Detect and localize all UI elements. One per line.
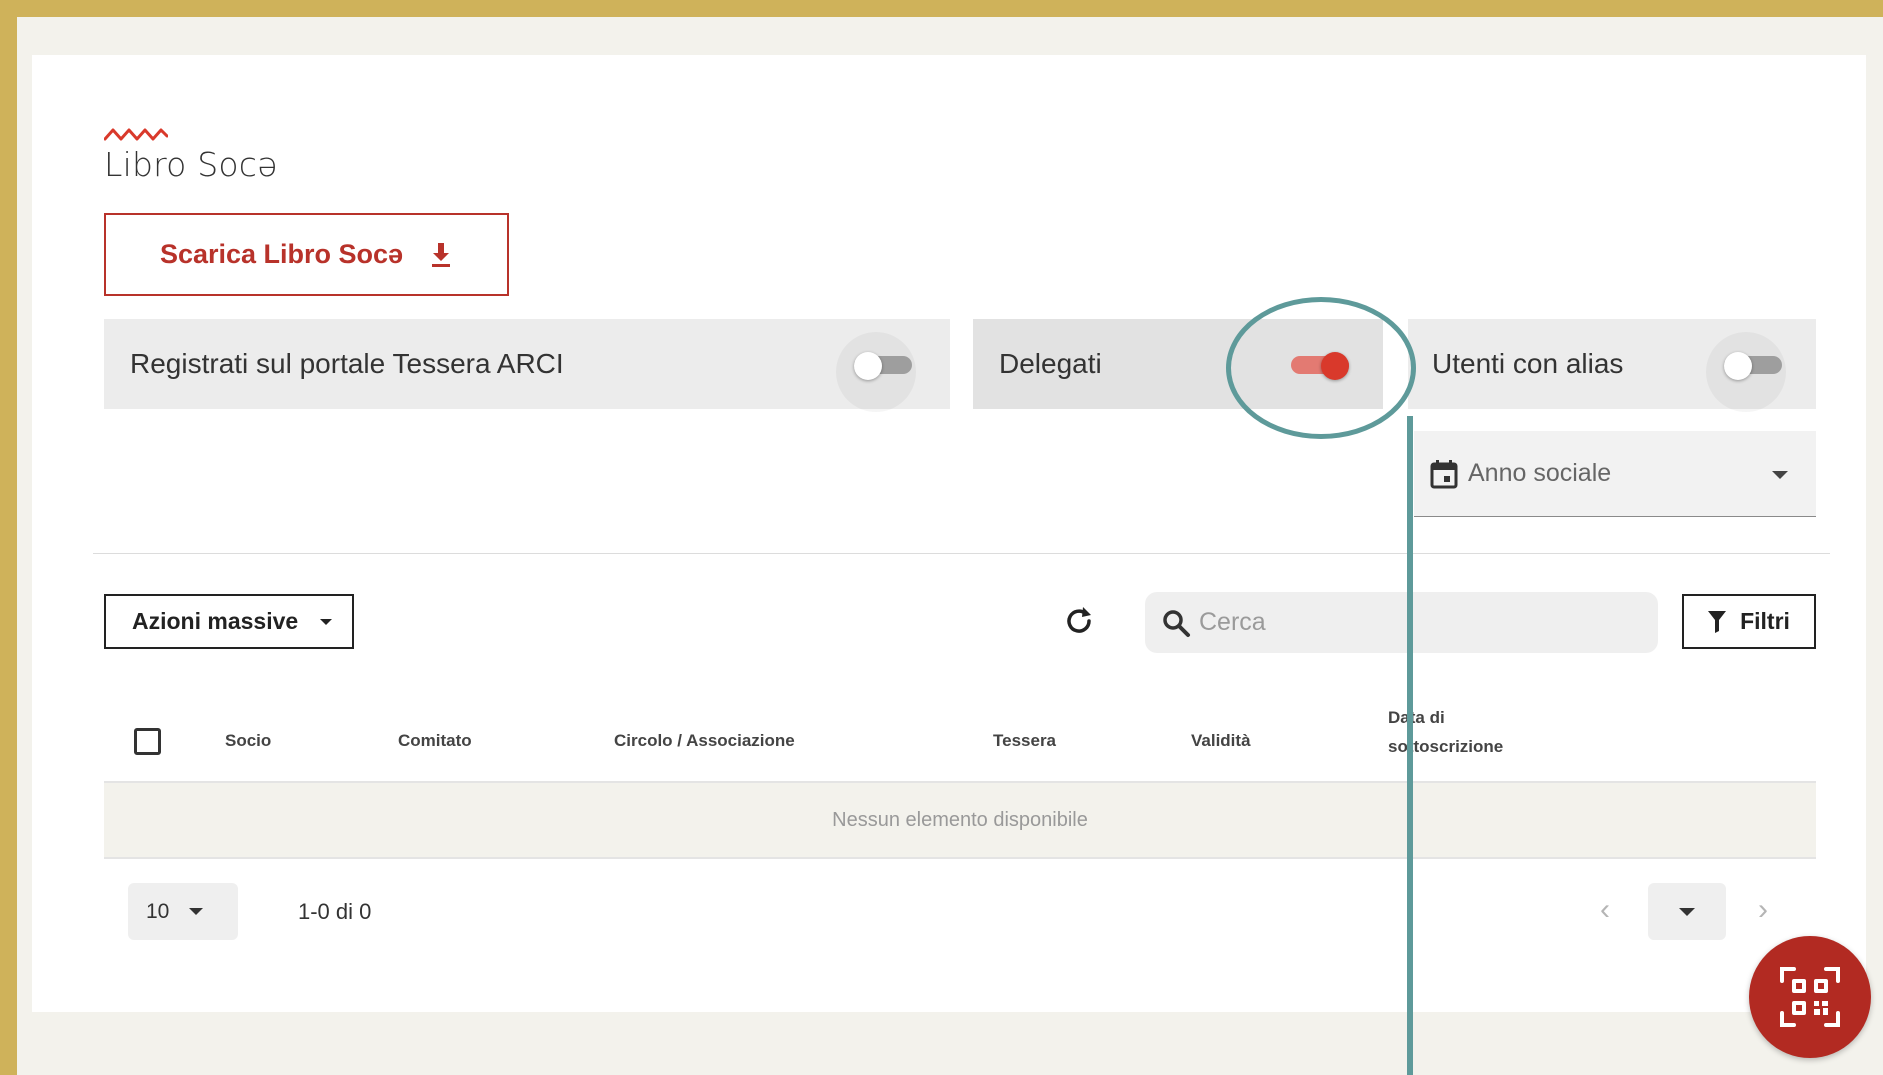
qr-scan-button[interactable] [1749,936,1871,1058]
caret-down-icon [1679,907,1695,916]
anno-sociale-select[interactable]: Anno sociale [1414,431,1816,517]
calendar-icon [1430,459,1458,488]
download-button-label: Scarica Libro Socə [159,239,404,269]
rows-per-page-value: 10 [146,899,170,923]
toggle-label-registrati: Registrati sul portale Tessera ARCI [130,348,564,379]
toggle-label-delegati: Delegati [999,348,1102,379]
toggle-switch-delegati[interactable] [1291,352,1349,380]
filters-label: Filtri [1740,608,1790,634]
select-all-checkbox[interactable] [134,728,161,755]
toggle-switch-alias[interactable] [1706,332,1786,412]
toggle-panel-alias: Utenti con alias [1408,319,1816,412]
column-header-comitato[interactable]: Comitato [398,731,472,751]
bulk-actions-button[interactable]: Azioni massive [104,594,354,649]
switch-thumb [854,352,882,380]
filter-icon [1708,610,1727,633]
empty-message: Nessun elemento disponibile [832,808,1088,831]
column-header-data-sottoscrizione[interactable]: Data di sottoscrizione [1388,703,1548,761]
toggle-label-alias: Utenti con alias [1432,348,1624,379]
content-card [32,55,1866,1012]
column-header-validita[interactable]: Validità [1191,731,1251,751]
qr-code-icon [1780,967,1840,1027]
search-box [1145,592,1658,653]
download-libro-button[interactable]: Scarica Libro Socə [104,213,509,296]
column-header-circolo[interactable]: Circolo / Associazione [614,731,795,751]
switch-thumb [1321,352,1349,380]
refresh-icon[interactable] [1062,604,1096,638]
toggle-switch-registrati[interactable] [836,332,916,412]
caret-down-icon [320,618,333,625]
anno-sociale-placeholder: Anno sociale [1468,459,1612,487]
filters-button[interactable]: Filtri [1682,594,1816,649]
logo-wave-icon [104,128,168,141]
switch-thumb [1724,352,1752,380]
page-frame-left [0,0,17,1075]
page-title: Libro Socə [104,145,278,184]
page-select[interactable] [1648,883,1726,940]
column-header-tessera[interactable]: Tessera [993,731,1056,751]
chevron-right-icon[interactable]: › [1758,893,1768,927]
empty-table-row: Nessun elemento disponibile [104,781,1816,859]
download-icon [432,242,451,267]
chevron-down-icon [1772,471,1788,479]
toggle-panel-delegati: Delegati [973,319,1383,409]
pagination-range: 1-0 di 0 [298,899,372,924]
search-input[interactable] [1199,608,1619,637]
rows-per-page-select[interactable]: 10 [128,883,238,940]
chevron-left-icon[interactable]: ‹ [1600,893,1610,927]
bulk-actions-label: Azioni massive [132,608,299,634]
column-header-socio[interactable]: Socio [225,731,271,751]
section-divider [93,553,1830,554]
search-icon [1163,609,1190,637]
page-frame-top [0,0,1883,17]
caret-down-icon [189,908,204,915]
toggle-panel-registrati: Registrati sul portale Tessera ARCI [104,319,950,412]
